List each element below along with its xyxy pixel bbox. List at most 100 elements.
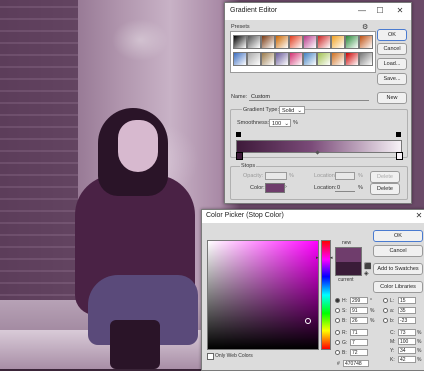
- name-field[interactable]: Custom: [249, 93, 369, 101]
- m-label: M:: [390, 339, 396, 345]
- close-icon[interactable]: ✕: [412, 210, 424, 222]
- preset-swatch[interactable]: [247, 52, 261, 66]
- minimize-icon[interactable]: —: [355, 5, 369, 17]
- web-safe-icon[interactable]: ◈: [364, 270, 369, 277]
- a-radio[interactable]: [383, 308, 388, 313]
- k-unit: %: [417, 357, 422, 363]
- color-cursor[interactable]: [305, 318, 311, 324]
- picker-cancel-button[interactable]: Cancel: [373, 245, 423, 257]
- b-field[interactable]: 26: [350, 317, 368, 324]
- preset-swatch[interactable]: [331, 35, 345, 49]
- opacity-stop-left[interactable]: [236, 132, 241, 137]
- s-radio[interactable]: [335, 308, 340, 313]
- l-radio[interactable]: [383, 298, 388, 303]
- name-label: Name:: [231, 94, 248, 100]
- add-to-swatches-button[interactable]: Add to Swatches: [373, 263, 423, 275]
- opacity-location-label: Location:: [314, 173, 337, 179]
- smoothness-unit: %: [293, 120, 298, 126]
- saturation-brightness-field[interactable]: [207, 240, 319, 350]
- hex-field[interactable]: 470748: [343, 360, 369, 367]
- r-field[interactable]: 71: [350, 329, 368, 336]
- hue-arrow-left-icon: ▸: [316, 255, 319, 261]
- color-picker-titlebar[interactable]: Color Picker (Stop Color) ✕: [202, 210, 424, 223]
- opacity-location-unit: %: [358, 173, 363, 179]
- preset-swatch[interactable]: [303, 52, 317, 66]
- warning-cube-icon[interactable]: ⬛: [364, 263, 371, 270]
- preset-swatch[interactable]: [317, 35, 331, 49]
- color-stop-left[interactable]: [236, 152, 243, 160]
- s-label: S:: [342, 308, 347, 314]
- preset-swatch[interactable]: [261, 52, 275, 66]
- picker-ok-button[interactable]: OK: [373, 230, 423, 242]
- c-label: C:: [390, 330, 395, 336]
- color-libraries-button[interactable]: Color Libraries: [373, 281, 423, 293]
- r-radio[interactable]: [335, 330, 340, 335]
- preset-swatch[interactable]: [275, 52, 289, 66]
- b-radio[interactable]: [335, 318, 340, 323]
- h-field[interactable]: 299: [350, 297, 368, 304]
- y-unit: %: [417, 348, 422, 354]
- woman-face: [118, 120, 158, 172]
- ok-button[interactable]: OK: [377, 29, 407, 41]
- smoothness-label: Smoothness:: [237, 120, 270, 126]
- color-stop-right[interactable]: [396, 152, 403, 160]
- c-field[interactable]: 73: [398, 329, 416, 336]
- gear-icon[interactable]: ⚙: [362, 23, 368, 31]
- preset-swatch[interactable]: [233, 52, 247, 66]
- blue-radio[interactable]: [335, 350, 340, 355]
- opacity-label: Opacity:: [243, 173, 264, 179]
- lab-b-radio[interactable]: [383, 318, 388, 323]
- smoothness-value: 100: [272, 121, 282, 127]
- preset-swatch[interactable]: [359, 52, 373, 66]
- opacity-location-field[interactable]: [335, 172, 355, 180]
- b-label: B:: [342, 318, 347, 324]
- opacity-unit: %: [289, 173, 294, 179]
- lab-b-field[interactable]: -23: [398, 317, 416, 324]
- chevron-right-icon[interactable]: ›: [285, 184, 287, 190]
- k-field[interactable]: 42: [398, 356, 416, 363]
- preset-swatch[interactable]: [317, 52, 331, 66]
- g-field[interactable]: 7: [350, 339, 368, 346]
- l-field[interactable]: 15: [398, 297, 416, 304]
- opacity-delete-button[interactable]: Delete: [370, 171, 400, 183]
- preset-swatch[interactable]: [261, 35, 275, 49]
- stop-color-swatch[interactable]: [265, 183, 285, 193]
- only-web-colors-checkbox[interactable]: [207, 353, 214, 360]
- new-button[interactable]: New: [377, 92, 407, 104]
- load-button[interactable]: Load...: [377, 58, 407, 70]
- preset-swatch[interactable]: [247, 35, 261, 49]
- gradient-type-select[interactable]: Solid ⌄: [279, 106, 305, 114]
- building-facade: [0, 0, 78, 330]
- maximize-icon[interactable]: ☐: [373, 5, 387, 17]
- a-field[interactable]: 35: [398, 307, 416, 314]
- current-color-swatch[interactable]: [335, 262, 362, 276]
- y-field[interactable]: 34: [398, 347, 416, 354]
- color-delete-button[interactable]: Delete: [370, 183, 400, 195]
- preset-swatch[interactable]: [289, 35, 303, 49]
- preset-swatch[interactable]: [303, 35, 317, 49]
- color-location-field[interactable]: 0: [335, 184, 355, 192]
- opacity-stop-right[interactable]: [396, 132, 401, 137]
- color-picker-window: Color Picker (Stop Color) ✕ ▸ ◂ new curr…: [201, 209, 424, 371]
- preset-swatch[interactable]: [233, 35, 247, 49]
- cancel-button[interactable]: Cancel: [377, 43, 407, 55]
- close-icon[interactable]: ✕: [393, 5, 407, 17]
- h-radio[interactable]: [335, 298, 340, 303]
- preset-swatch[interactable]: [359, 35, 373, 49]
- preset-swatch[interactable]: [345, 52, 359, 66]
- smoothness-field[interactable]: 100 ⌄: [269, 119, 291, 127]
- k-label: K:: [390, 357, 395, 363]
- opacity-field[interactable]: [265, 172, 287, 180]
- preset-swatch[interactable]: [345, 35, 359, 49]
- preset-swatch[interactable]: [275, 35, 289, 49]
- save-button[interactable]: Save...: [377, 73, 407, 85]
- stops-label: Stops: [240, 163, 257, 169]
- presets-grid: [230, 31, 376, 73]
- m-field[interactable]: 100: [398, 338, 416, 345]
- g-radio[interactable]: [335, 340, 340, 345]
- preset-swatch[interactable]: [331, 52, 345, 66]
- blue-field[interactable]: 72: [350, 349, 368, 356]
- gradient-editor-titlebar[interactable]: Gradient Editor — ☐ ✕: [225, 3, 411, 20]
- s-field[interactable]: 91: [350, 307, 368, 314]
- preset-swatch[interactable]: [289, 52, 303, 66]
